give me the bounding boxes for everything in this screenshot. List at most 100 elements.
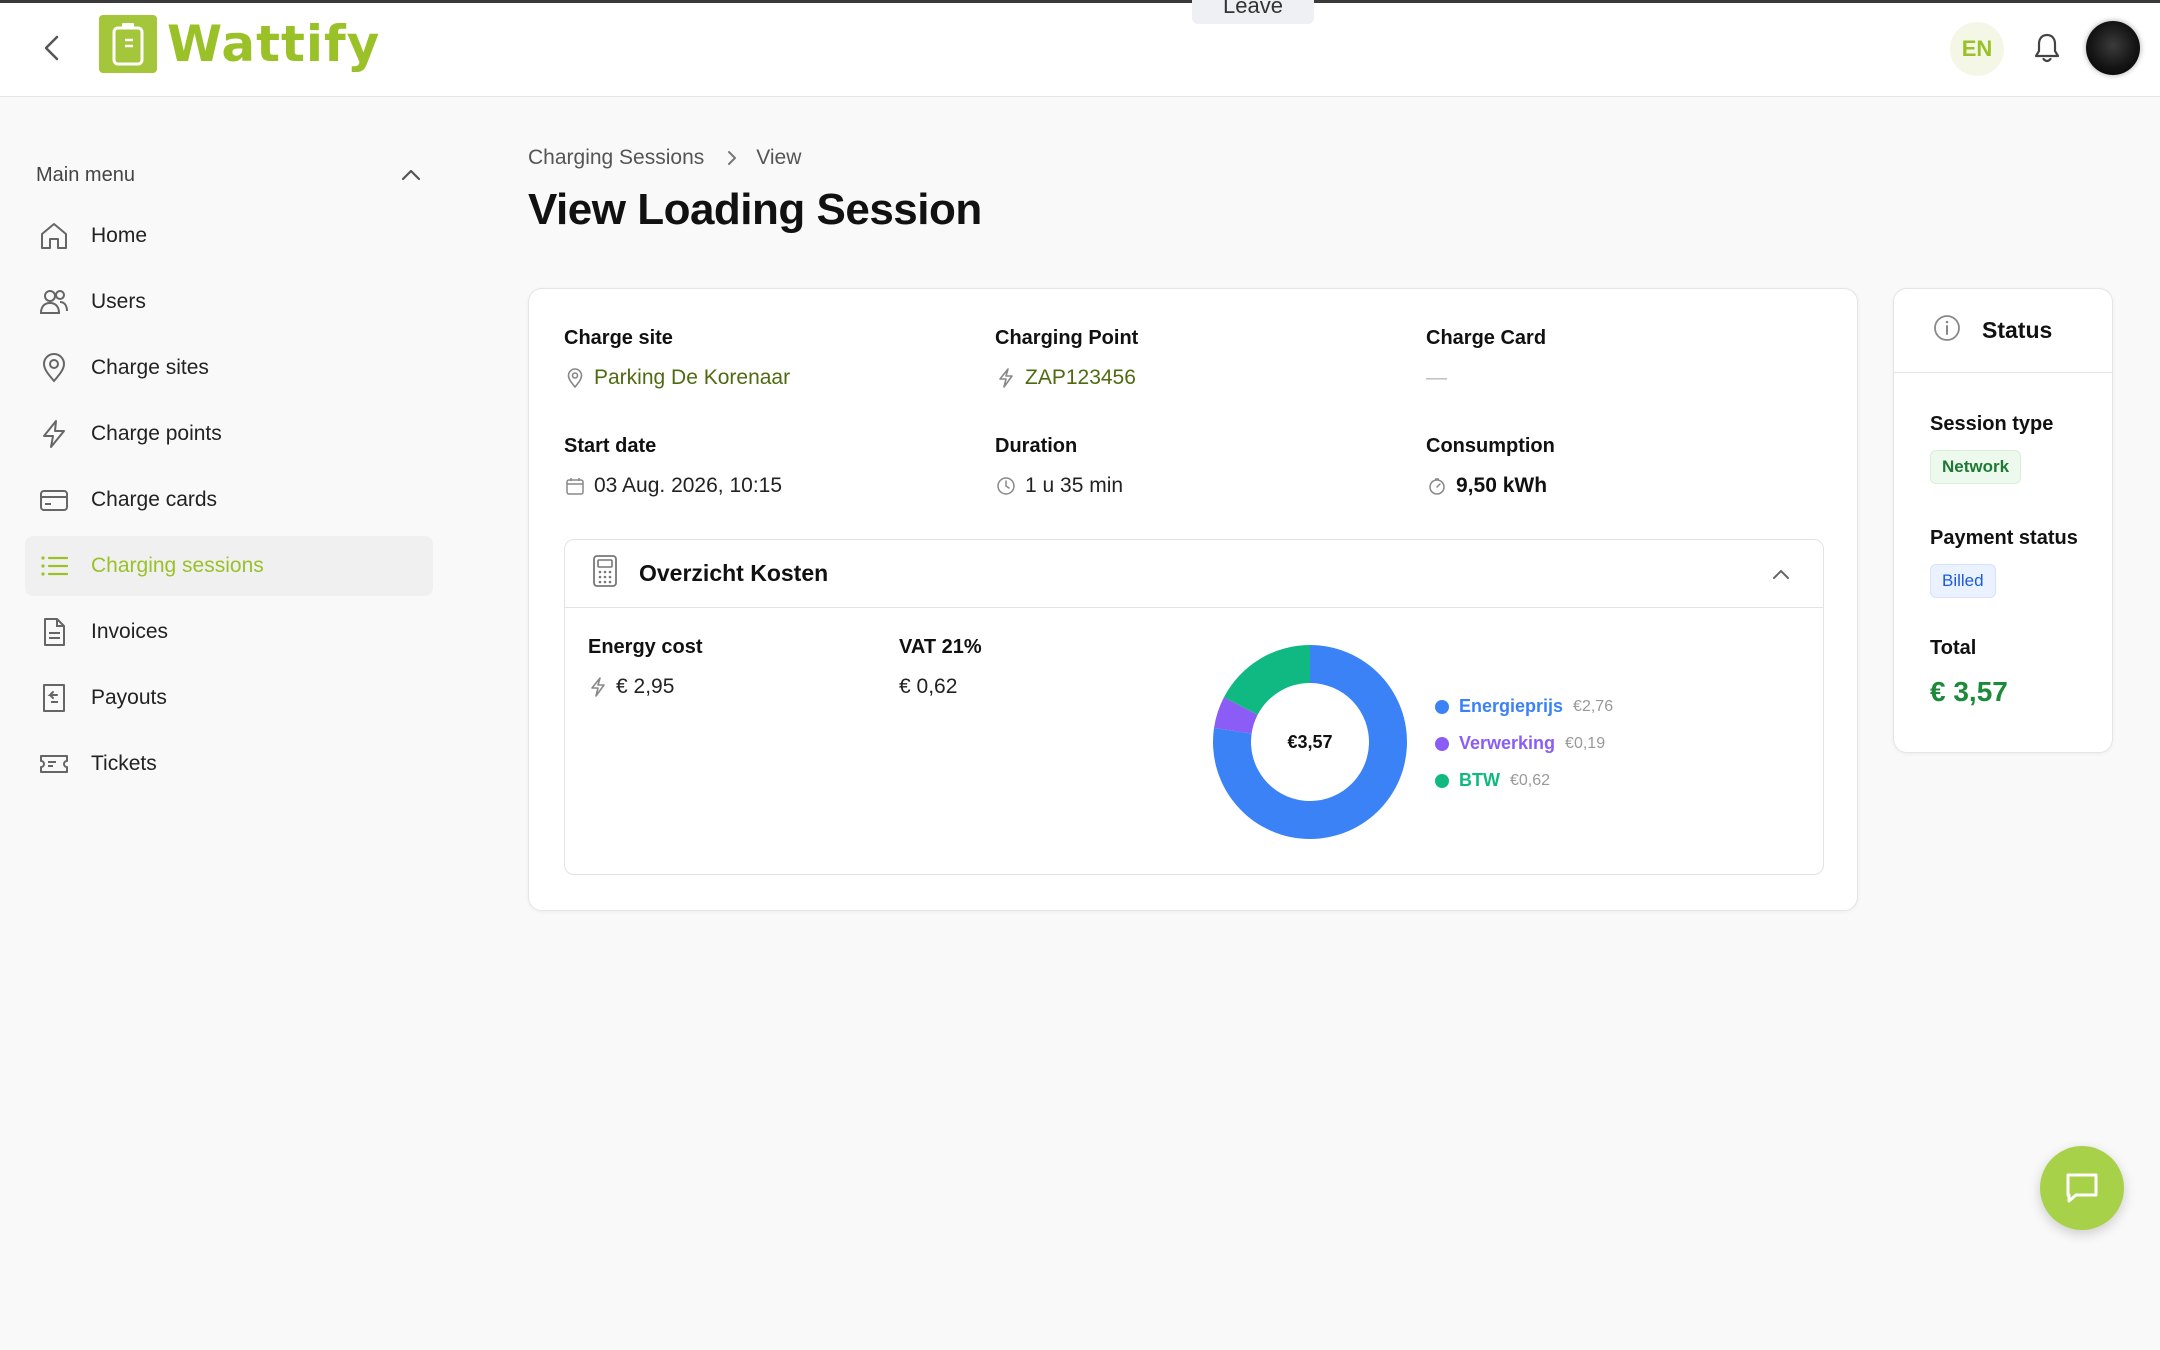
bell-icon [2034,33,2060,63]
notifications-button[interactable] [2030,30,2064,66]
legend-label: Energieprijs [1459,696,1564,716]
donut-total-label: €3,57 [1287,731,1333,752]
page-title: View Loading Session [528,185,982,234]
sidebar-item-label: Charge points [91,422,222,445]
energy-cost-label: Energy cost [588,636,703,658]
charge-card-value: — [1426,366,1447,389]
chart-legend: Energieprijs €2,76 Verwerking €0,19 BTW €0,62 [1435,688,1613,799]
back-button[interactable] [36,30,68,66]
sidebar-item-charging-sessions[interactable]: Charging sessions [25,536,433,596]
status-header: Status [1894,289,2112,373]
energy-cost-field: Energy cost € 2,95 [588,636,702,699]
vat-value: € 0,62 [899,675,958,698]
bolt-icon [995,367,1017,389]
gauge-icon [1426,475,1448,497]
legend-value: €2,76 [1573,697,1614,715]
total-field: Total € 3,57 [1930,637,2008,708]
sidebar-item-payouts[interactable]: Payouts [25,668,433,728]
home-icon [37,219,71,253]
consumption-label: Consumption [1426,435,1555,457]
map-pin-icon [564,367,586,389]
charge-site-link[interactable]: Parking De Korenaar [564,366,790,390]
sidebar-item-charge-cards[interactable]: Charge cards [25,470,433,530]
chevron-right-icon [726,149,738,167]
charging-point-field: Charging Point ZAP123456 [995,327,1138,390]
language-selector[interactable]: EN [1950,22,2004,76]
charging-point-value: ZAP123456 [1025,366,1136,389]
sidebar-item-invoices[interactable]: Invoices [25,602,433,662]
legend-dot [1435,773,1449,788]
energy-cost-value: € 2,95 [616,675,675,698]
energy-cost: € 2,95 [588,675,702,699]
charge-card-label: Charge Card [1426,327,1547,349]
session-details-card: Charge site Parking De Korenaar Charging… [528,288,1858,911]
sidebar-item-charge-points[interactable]: Charge points [25,404,433,464]
consumption: 9,50 kWh [1426,474,1555,498]
sidebar-item-label: Invoices [91,620,169,643]
legend-value: €0,19 [1565,734,1606,752]
app-logo[interactable]: Wattify [99,15,380,73]
main-menu-header[interactable]: Main menu [25,150,433,200]
legend-value: €0,62 [1509,771,1551,789]
consumption-value: 9,50 kWh [1456,474,1548,497]
breadcrumb-current: View [756,146,802,169]
breadcrumb-link-charging-sessions[interactable]: Charging Sessions [528,146,704,170]
charge-site-value: Parking De Korenaar [594,366,791,389]
duration: 1 u 35 min [995,474,1123,498]
sidebar-item-users[interactable]: Users [25,272,433,332]
chevron-left-icon [44,35,59,61]
chevron-up-icon[interactable] [1769,562,1793,586]
sidebar-item-label: Charge cards [91,488,218,511]
sidebar-item-label: Charge sites [91,356,209,379]
info-icon [1932,313,1962,348]
legend-dot [1435,699,1449,714]
legend-item: Energieprijs €2,76 [1435,688,1613,725]
total-label: Total [1930,637,1977,659]
chevron-up-icon [401,169,421,181]
charging-point-label: Charging Point [995,327,1139,349]
donut-center: €3,57 [1210,642,1410,842]
start-date-label: Start date [564,435,657,457]
consumption-field: Consumption 9,50 kWh [1426,435,1555,498]
user-avatar[interactable] [2086,21,2140,75]
payment-status-label: Payment status [1930,527,2078,549]
start-date-field: Start date 03 Aug. 2026, 10:15 [564,435,782,498]
duration-label: Duration [995,435,1078,457]
costs-overview-header[interactable]: Overzicht Kosten [565,540,1823,608]
charge-site-label: Charge site [564,327,673,349]
session-type-label: Session type [1930,413,2054,435]
start-date: 03 Aug. 2026, 10:15 [564,474,782,498]
bolt-icon [588,676,608,698]
session-type-field: Session type Network [1930,413,2053,484]
legend-label: Verwerking [1459,733,1556,753]
charge-site-field: Charge site Parking De Korenaar [564,327,790,390]
bolt-icon [37,417,71,451]
app-name: Wattify [167,15,381,73]
legend-label: BTW [1459,770,1500,790]
costs-overview-panel: Overzicht Kosten Energy cost € 2,95 VAT … [564,539,1824,875]
sidebar-item-home[interactable]: Home [25,206,433,266]
charge-card-field: Charge Card — [1426,327,1546,390]
payment-status-field: Payment status Billed [1930,527,2078,598]
sidebar-item-label: Home [91,224,148,247]
chat-button[interactable] [2040,1146,2124,1230]
session-type-badge: Network [1930,450,2022,484]
sidebar-item-charge-sites[interactable]: Charge sites [25,338,433,398]
payment-status-badge: Billed [1930,564,1996,598]
chat-bubble-icon [2066,1173,2098,1203]
vat-field: VAT 21% € 0,62 [899,636,982,699]
vat-label: VAT 21% [899,636,982,658]
clock-icon [995,475,1017,497]
sidebar-item-label: Charging sessions [91,554,264,577]
sidebar-item-tickets[interactable]: Tickets [25,734,433,794]
sidebar: Main menu Home Users Charge sites Charge… [25,150,433,794]
top-bar: Leave Wattify EN [0,0,2160,97]
charging-point-link[interactable]: ZAP123456 [995,366,1138,390]
calendar-icon [564,475,586,497]
legend-dot [1435,736,1449,751]
document-icon [37,615,71,649]
battery-logo-icon [99,15,157,73]
costs-overview-title: Overzicht Kosten [639,560,829,586]
leave-button[interactable]: Leave [1192,0,1314,24]
sidebar-item-label: Users [91,290,146,313]
